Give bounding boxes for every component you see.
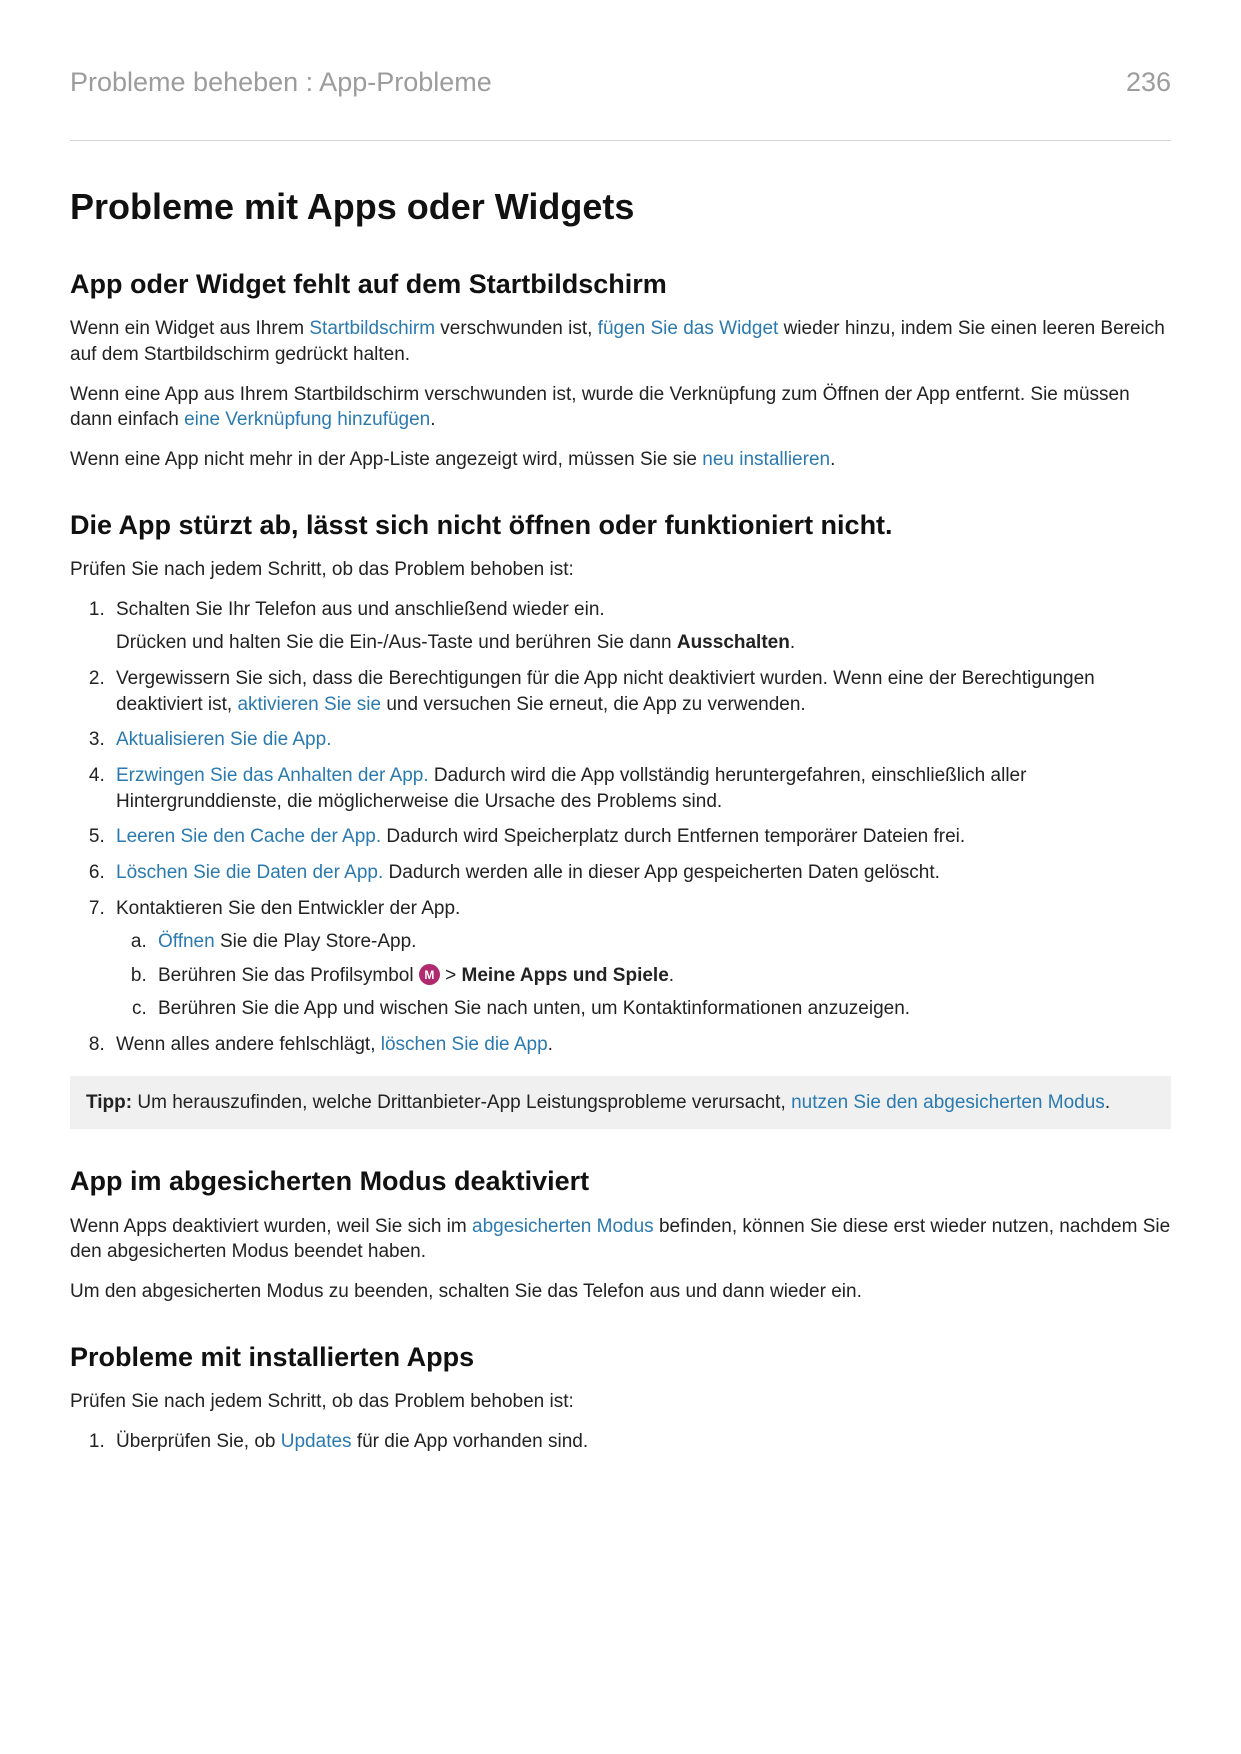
text: >: [440, 965, 462, 986]
list-item: Aktualisieren Sie die App.: [110, 727, 1171, 753]
link-delete-app[interactable]: löschen Sie die App: [381, 1034, 548, 1055]
link-enable-permissions[interactable]: aktivieren Sie sie: [237, 694, 381, 715]
text: Überprüfen Sie, ob: [116, 1431, 281, 1452]
paragraph: Wenn ein Widget aus Ihrem Startbildschir…: [70, 316, 1171, 367]
text: .: [1105, 1092, 1110, 1113]
text: Kontaktieren Sie den Entwickler der App.: [116, 898, 460, 919]
page-title: Probleme mit Apps oder Widgets: [70, 183, 1171, 232]
tip-label: Tipp:: [86, 1092, 132, 1113]
profile-icon: M: [419, 964, 440, 985]
text: Um herauszufinden, welche Drittanbieter-…: [132, 1092, 791, 1113]
page-number: 236: [1126, 64, 1171, 100]
bold-text: Meine Apps und Spiele: [462, 965, 669, 986]
bold-text: Ausschalten: [677, 632, 790, 653]
paragraph: Drücken und halten Sie die Ein-/Aus-Tast…: [116, 630, 1171, 656]
link-updates[interactable]: Updates: [281, 1431, 352, 1452]
text: für die App vorhanden sind.: [352, 1431, 589, 1452]
paragraph: Wenn eine App aus Ihrem Startbildschirm …: [70, 382, 1171, 433]
list-item: Berühren Sie die App und wischen Sie nac…: [152, 996, 1171, 1022]
list-item: Wenn alles andere fehlschlägt, löschen S…: [110, 1032, 1171, 1058]
text: Wenn Apps deaktiviert wurden, weil Sie s…: [70, 1216, 472, 1237]
text: .: [790, 632, 795, 653]
text: Schalten Sie Ihr Telefon aus und anschli…: [116, 597, 1171, 623]
link-add-shortcut[interactable]: eine Verknüpfung hinzufügen: [184, 409, 430, 430]
text: .: [548, 1034, 553, 1055]
link-clear-data[interactable]: Löschen Sie die Daten der App.: [116, 862, 383, 883]
list-item: Löschen Sie die Daten der App. Dadurch w…: [110, 860, 1171, 886]
text: .: [669, 965, 674, 986]
paragraph: Prüfen Sie nach jedem Schritt, ob das Pr…: [70, 557, 1171, 583]
list-item: Vergewissern Sie sich, dass die Berechti…: [110, 666, 1171, 717]
page-header: Probleme beheben : App-Probleme 236: [70, 64, 1171, 100]
section-heading: App im abgesicherten Modus deaktiviert: [70, 1163, 1171, 1199]
text: .: [430, 409, 435, 430]
paragraph: Wenn Apps deaktiviert wurden, weil Sie s…: [70, 1214, 1171, 1265]
link-safe-mode[interactable]: nutzen Sie den abgesicherten Modus: [791, 1092, 1105, 1113]
link-update-app[interactable]: Aktualisieren Sie die App.: [116, 729, 331, 750]
list-item: Öffnen Sie die Play Store-App.: [152, 929, 1171, 955]
tip-box: Tipp: Um herauszufinden, welche Drittanb…: [70, 1076, 1171, 1130]
link-reinstall[interactable]: neu installieren: [702, 449, 830, 470]
list-item: Überprüfen Sie, ob Updates für die App v…: [110, 1429, 1171, 1455]
text: Wenn eine App nicht mehr in der App-List…: [70, 449, 702, 470]
ordered-sublist: Öffnen Sie die Play Store-App. Berühren …: [116, 929, 1171, 1022]
paragraph: Wenn eine App nicht mehr in der App-List…: [70, 447, 1171, 473]
ordered-list: Überprüfen Sie, ob Updates für die App v…: [70, 1429, 1171, 1455]
text: Berühren Sie das Profilsymbol: [158, 965, 419, 986]
list-item: Schalten Sie Ihr Telefon aus und anschli…: [110, 597, 1171, 656]
link-open-playstore[interactable]: Öffnen: [158, 931, 215, 952]
text: verschwunden ist,: [435, 318, 598, 339]
link-safe-mode-ref[interactable]: abgesicherten Modus: [472, 1216, 654, 1237]
text: .: [830, 449, 835, 470]
list-item: Kontaktieren Sie den Entwickler der App.…: [110, 896, 1171, 1023]
section-heading: Die App stürzt ab, lässt sich nicht öffn…: [70, 507, 1171, 543]
text: Wenn alles andere fehlschlägt,: [116, 1034, 381, 1055]
breadcrumb: Probleme beheben : App-Probleme: [70, 64, 492, 100]
text: Dadurch werden alle in dieser App gespei…: [383, 862, 940, 883]
text: Dadurch wird Speicherplatz durch Entfern…: [381, 826, 965, 847]
list-item: Leeren Sie den Cache der App. Dadurch wi…: [110, 824, 1171, 850]
text: Wenn ein Widget aus Ihrem: [70, 318, 309, 339]
paragraph: Prüfen Sie nach jedem Schritt, ob das Pr…: [70, 1389, 1171, 1415]
divider: [70, 140, 1171, 141]
section-heading: Probleme mit installierten Apps: [70, 1339, 1171, 1375]
text: Drücken und halten Sie die Ein-/Aus-Tast…: [116, 632, 677, 653]
link-clear-cache[interactable]: Leeren Sie den Cache der App.: [116, 826, 381, 847]
list-item: Erzwingen Sie das Anhalten der App. Dadu…: [110, 763, 1171, 814]
list-item: Berühren Sie das Profilsymbol M > Meine …: [152, 963, 1171, 989]
link-add-widget[interactable]: fügen Sie das Widget: [598, 318, 779, 339]
section-heading: App oder Widget fehlt auf dem Startbilds…: [70, 266, 1171, 302]
ordered-list: Schalten Sie Ihr Telefon aus und anschli…: [70, 597, 1171, 1058]
text: und versuchen Sie erneut, die App zu ver…: [381, 694, 806, 715]
text: Sie die Play Store-App.: [215, 931, 417, 952]
link-startbildschirm[interactable]: Startbildschirm: [309, 318, 435, 339]
link-force-stop-app[interactable]: Erzwingen Sie das Anhalten der App.: [116, 765, 429, 786]
paragraph: Um den abgesicherten Modus zu beenden, s…: [70, 1279, 1171, 1305]
